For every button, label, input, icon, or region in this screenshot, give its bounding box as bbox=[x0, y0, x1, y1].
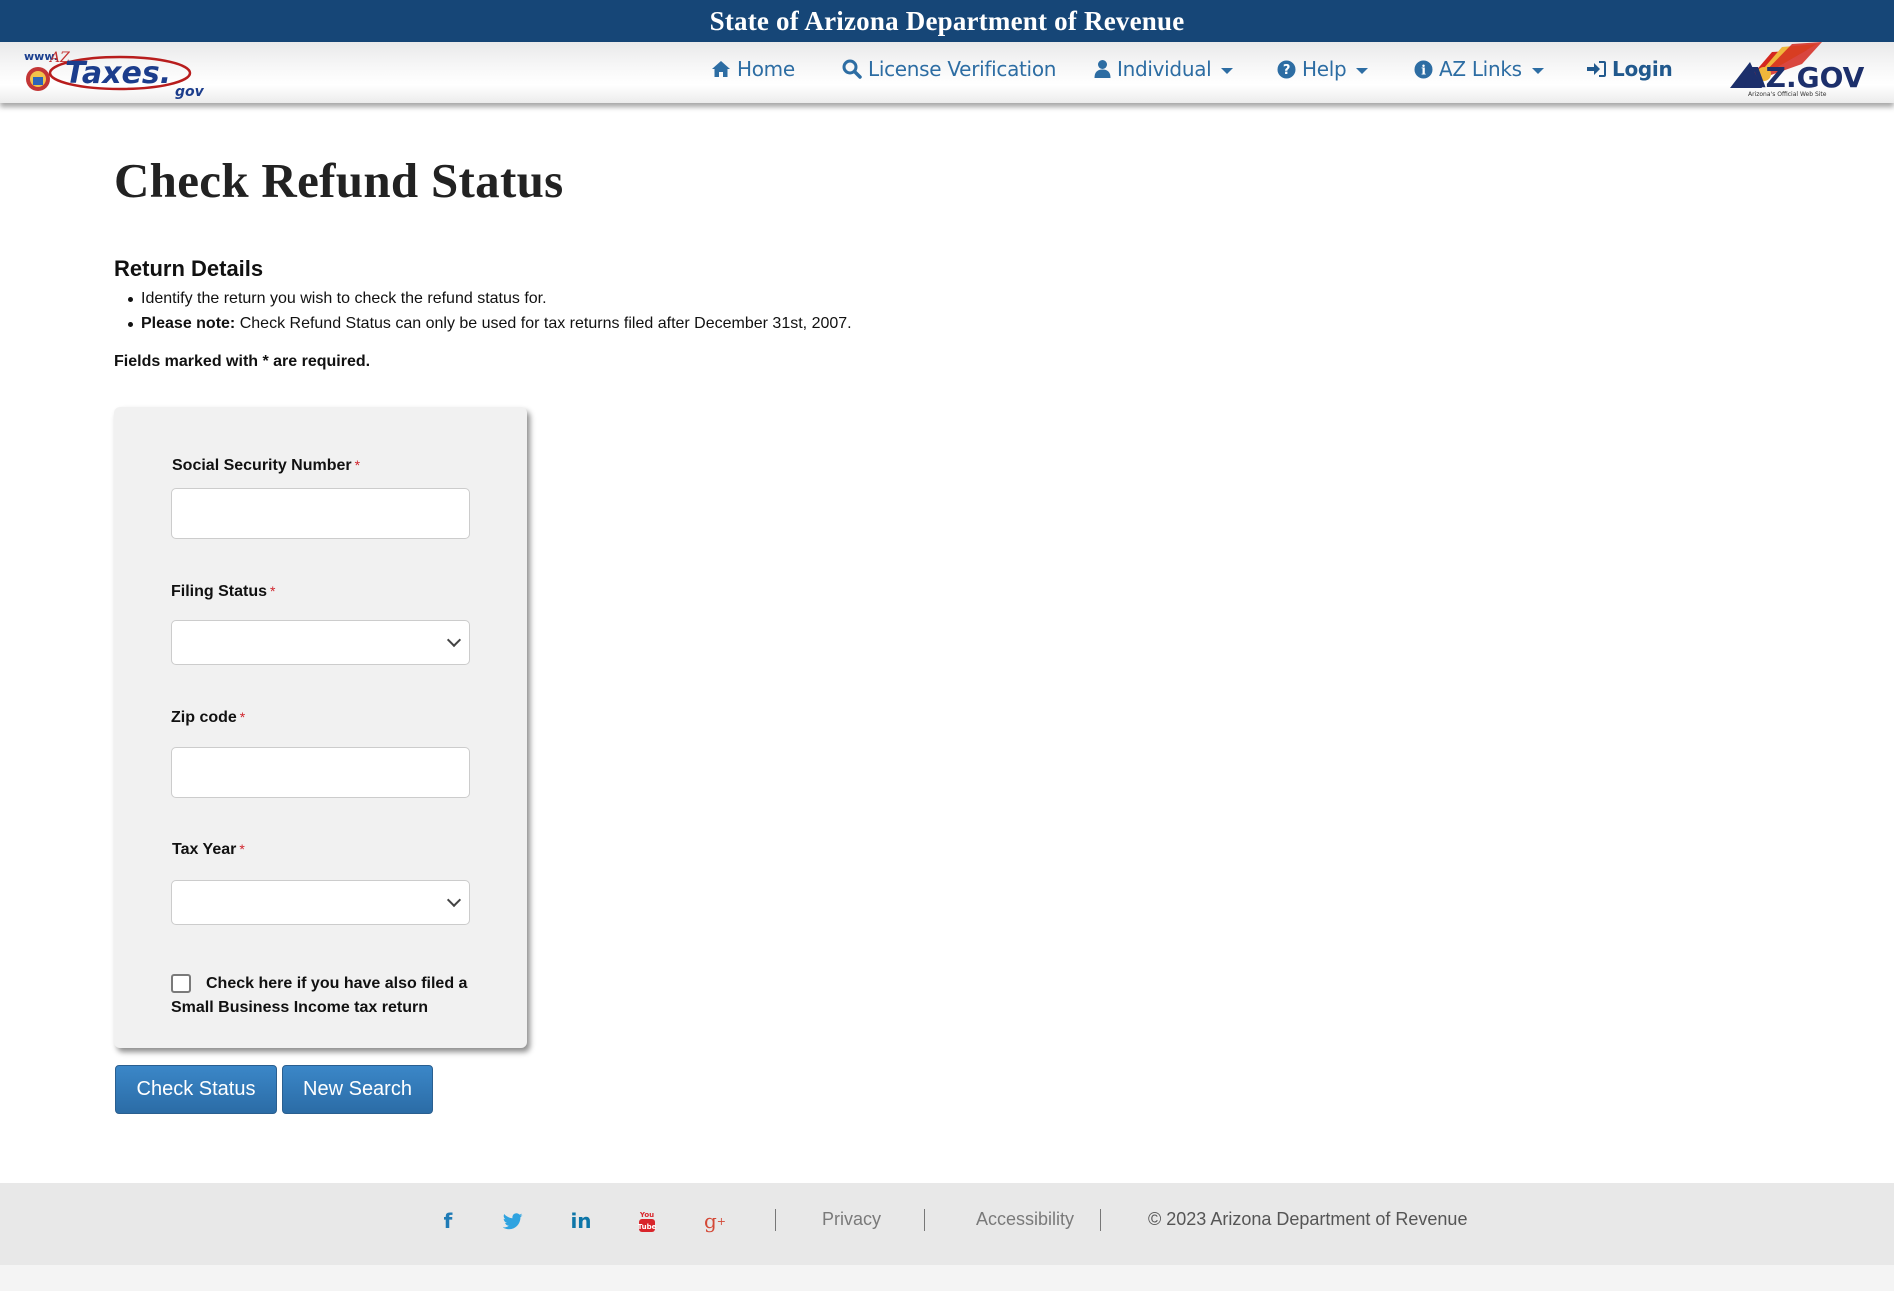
home-icon bbox=[711, 60, 731, 78]
nav-login-label: Login bbox=[1612, 57, 1673, 81]
caret-down-icon bbox=[1356, 67, 1369, 74]
accessibility-link[interactable]: Accessibility bbox=[976, 1209, 1074, 1230]
svg-text:AZ.GOV: AZ.GOV bbox=[1744, 61, 1865, 94]
page-title: Check Refund Status bbox=[114, 153, 564, 208]
required-fields-note: Fields marked with * are required. bbox=[114, 353, 371, 370]
filing-status-label-text: Filing Status bbox=[171, 583, 267, 600]
tax-year-select[interactable] bbox=[171, 880, 470, 925]
main-navbar: www. AZ Taxes. gov Home License Verifica… bbox=[0, 42, 1894, 103]
svg-text:Arizona's Official Web Site: Arizona's Official Web Site bbox=[1748, 91, 1827, 98]
check-status-button[interactable]: Check Status bbox=[115, 1065, 277, 1114]
question-circle-icon: ? bbox=[1277, 60, 1296, 79]
filing-status-label: Filing Status * bbox=[171, 583, 275, 601]
nav-help-dropdown[interactable]: ? Help bbox=[1277, 54, 1369, 84]
footer-divider bbox=[924, 1209, 925, 1231]
nav-individual-dropdown[interactable]: Individual bbox=[1094, 54, 1234, 84]
facebook-icon[interactable]: f bbox=[440, 1209, 456, 1233]
ssn-label-text: Social Security Number bbox=[172, 457, 352, 474]
refund-form-panel: Social Security Number * Filing Status * Z… bbox=[114, 407, 527, 1048]
required-asterisk: * bbox=[239, 841, 245, 857]
state-banner: State of Arizona Department of Revenue bbox=[0, 0, 1894, 42]
required-asterisk: * bbox=[239, 709, 246, 725]
footer: f in You Tube g + Privacy Accessibility © … bbox=[0, 1183, 1894, 1265]
twitter-icon[interactable] bbox=[502, 1209, 524, 1233]
tax-year-label-text: Tax Year bbox=[172, 841, 237, 858]
small-business-checkbox-label[interactable]: Check here if you have also filed a Smal… bbox=[171, 972, 491, 1020]
svg-text:?: ? bbox=[1283, 63, 1290, 78]
tax-year-label: Tax Year * bbox=[172, 841, 245, 859]
az-gov-logo[interactable]: AZ.GOV Arizona's Official Web Site bbox=[1722, 42, 1880, 100]
filing-status-select[interactable] bbox=[171, 620, 470, 665]
new-search-button[interactable]: New Search bbox=[282, 1065, 433, 1114]
info-circle-icon: i bbox=[1414, 60, 1433, 79]
required-asterisk: * bbox=[270, 583, 276, 599]
caret-down-icon bbox=[1221, 67, 1234, 74]
section-title-return-details: Return Details bbox=[114, 256, 264, 281]
banner-title: State of Arizona Department of Revenue bbox=[709, 6, 1185, 36]
nav-az-links-label: AZ Links bbox=[1439, 57, 1522, 81]
svg-text:Tube: Tube bbox=[638, 1223, 656, 1231]
svg-text:You: You bbox=[639, 1211, 654, 1219]
footer-divider bbox=[775, 1209, 776, 1231]
instruction-text: Check Refund Status can only be used for… bbox=[235, 315, 852, 332]
aztaxes-logo[interactable]: www. AZ Taxes. gov bbox=[20, 46, 215, 100]
nav-help-label: Help bbox=[1302, 57, 1347, 81]
svg-text:gov: gov bbox=[175, 84, 205, 100]
chevron-down-icon bbox=[446, 632, 462, 648]
nav-login[interactable]: Login bbox=[1586, 54, 1673, 84]
instructions-list: Identify the return you wish to check th… bbox=[126, 289, 852, 339]
chevron-down-icon bbox=[446, 892, 462, 908]
svg-text:i: i bbox=[1421, 63, 1426, 78]
instruction-item: Identify the return you wish to check th… bbox=[126, 289, 852, 314]
nav-az-links-dropdown[interactable]: i AZ Links bbox=[1414, 54, 1544, 84]
nav-license-verification-label: License Verification bbox=[868, 57, 1057, 81]
footer-divider bbox=[1100, 1209, 1101, 1231]
svg-text:Taxes.: Taxes. bbox=[65, 56, 171, 91]
privacy-link[interactable]: Privacy bbox=[822, 1209, 881, 1230]
nav-home[interactable]: Home bbox=[711, 54, 795, 84]
google-plus-icon[interactable]: g + bbox=[704, 1209, 726, 1233]
nav-individual-label: Individual bbox=[1117, 57, 1212, 81]
search-icon bbox=[842, 59, 862, 79]
footer-bottom-band bbox=[0, 1265, 1894, 1291]
youtube-icon[interactable]: You Tube bbox=[638, 1209, 656, 1233]
zip-code-label: Zip code * bbox=[171, 709, 245, 727]
instruction-text: Identify the return you wish to check th… bbox=[141, 290, 547, 307]
zip-code-input[interactable] bbox=[171, 747, 470, 798]
ssn-input[interactable] bbox=[171, 488, 470, 539]
nav-license-verification[interactable]: License Verification bbox=[842, 54, 1056, 84]
ssn-label: Social Security Number * bbox=[172, 457, 360, 475]
required-asterisk: * bbox=[354, 457, 361, 473]
sign-in-icon bbox=[1586, 61, 1606, 77]
copyright-text: © 2023 Arizona Department of Revenue bbox=[1148, 1209, 1468, 1229]
instruction-bold: Please note: bbox=[141, 315, 236, 332]
zip-code-label-text: Zip code bbox=[171, 709, 237, 726]
linkedin-icon[interactable]: in bbox=[570, 1209, 592, 1233]
user-icon bbox=[1094, 59, 1111, 79]
instruction-item: Please note: Check Refund Status can onl… bbox=[126, 314, 852, 339]
nav-home-label: Home bbox=[737, 57, 795, 81]
caret-down-icon bbox=[1531, 67, 1544, 74]
